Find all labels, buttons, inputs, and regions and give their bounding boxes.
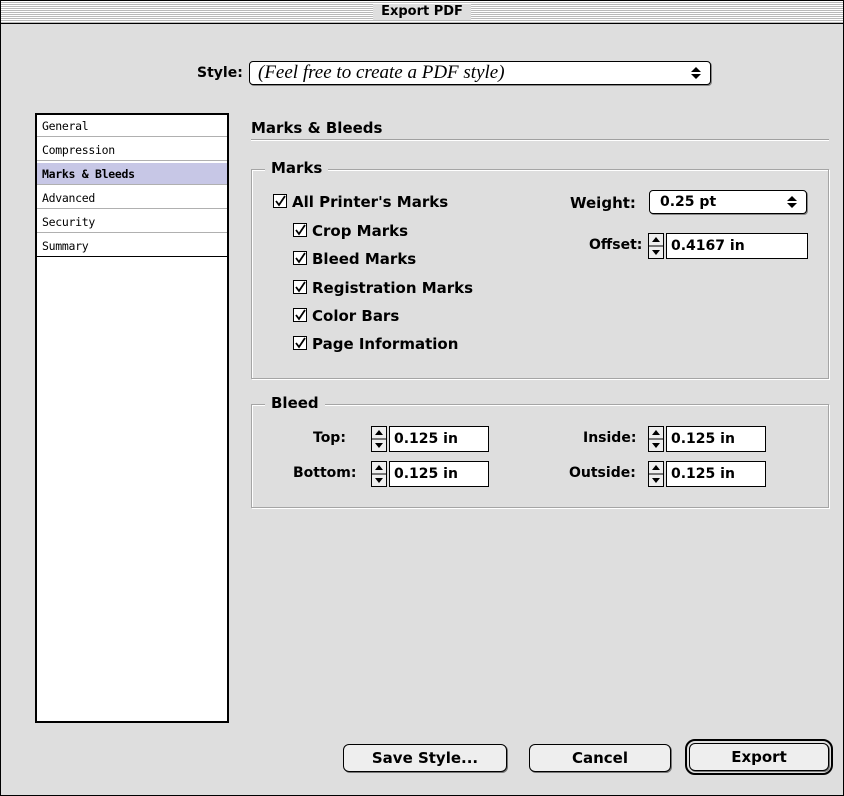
- offset-label: Offset:: [589, 237, 643, 253]
- weight-label: Weight:: [570, 194, 636, 212]
- outside-field[interactable]: 0.125 in: [666, 461, 766, 487]
- checkbox-label: Color Bars: [312, 307, 400, 325]
- window-title: Export PDF: [373, 4, 471, 20]
- sidebar-panel-list: General Compression Marks & Bleeds Advan…: [35, 113, 229, 723]
- sidebar-item-label: Compression: [42, 143, 115, 157]
- bleed-group-label: Bleed: [265, 394, 325, 412]
- outside-stepper-icon[interactable]: [648, 461, 664, 487]
- inside-stepper-icon[interactable]: [648, 426, 664, 452]
- sidebar-item-security[interactable]: Security: [37, 211, 227, 233]
- sidebar-item-label: Advanced: [42, 191, 95, 205]
- inside-field-value: 0.125 in: [671, 431, 735, 447]
- top-label: Top:: [313, 430, 346, 446]
- offset-stepper-icon[interactable]: [648, 233, 664, 259]
- bottom-label: Bottom:: [293, 465, 357, 481]
- bottom-field-value: 0.125 in: [394, 466, 458, 482]
- page-information-checkbox[interactable]: Page Information: [293, 335, 458, 353]
- save-style-button[interactable]: Save Style...: [343, 744, 507, 772]
- checkbox-box: [293, 251, 307, 265]
- checkbox-label: Page Information: [312, 335, 459, 353]
- checkbox-box: [293, 223, 307, 237]
- sidebar-item-advanced[interactable]: Advanced: [37, 187, 227, 209]
- sidebar-item-label: Security: [42, 215, 95, 229]
- up-down-arrows-icon: [787, 196, 797, 208]
- offset-field[interactable]: 0.4167 in: [666, 233, 808, 259]
- all-printers-marks-checkbox[interactable]: All Printer's Marks: [273, 193, 448, 211]
- color-bars-checkbox[interactable]: Color Bars: [293, 307, 399, 325]
- checkbox-label: Bleed Marks: [312, 250, 417, 268]
- checkmark-icon: [295, 281, 306, 293]
- checkmark-icon: [295, 309, 306, 321]
- marks-group-label: Marks: [265, 159, 329, 177]
- style-select-value: (Feel free to create a PDF style): [258, 62, 505, 83]
- outside-label: Outside:: [569, 465, 636, 481]
- checkbox-box: [273, 194, 287, 208]
- cancel-button[interactable]: Cancel: [529, 744, 671, 772]
- weight-popup[interactable]: 0.25 pt: [649, 190, 807, 214]
- bleed-marks-checkbox[interactable]: Bleed Marks: [293, 250, 416, 268]
- checkmark-icon: [275, 195, 286, 207]
- title-bar[interactable]: Export PDF: [1, 1, 843, 24]
- checkmark-icon: [295, 252, 306, 264]
- checkbox-label: All Printer's Marks: [292, 193, 449, 211]
- top-stepper-icon[interactable]: [371, 426, 387, 452]
- export-pdf-dialog: Export PDF Style: (Feel free to create a…: [0, 0, 844, 796]
- bleed-group: [251, 404, 829, 508]
- checkbox-box: [293, 336, 307, 350]
- top-field-value: 0.125 in: [394, 431, 458, 447]
- bottom-field[interactable]: 0.125 in: [389, 461, 489, 487]
- inside-label: Inside:: [583, 430, 637, 446]
- section-divider: [251, 139, 829, 141]
- sidebar-item-summary[interactable]: Summary: [37, 235, 227, 257]
- checkbox-label: Registration Marks: [312, 279, 474, 297]
- inside-field[interactable]: 0.125 in: [666, 426, 766, 452]
- checkbox-box: [293, 308, 307, 322]
- weight-popup-value: 0.25 pt: [660, 194, 717, 210]
- registration-marks-checkbox[interactable]: Registration Marks: [293, 279, 473, 297]
- checkbox-box: [293, 280, 307, 294]
- top-field[interactable]: 0.125 in: [389, 426, 489, 452]
- sidebar-item-label: Marks & Bleeds: [42, 167, 135, 181]
- checkmark-icon: [295, 224, 306, 236]
- sidebar-item-marks-bleeds[interactable]: Marks & Bleeds: [37, 163, 227, 185]
- checkmark-icon: [295, 337, 306, 349]
- style-label: Style:: [197, 65, 243, 81]
- sidebar-item-label: General: [42, 119, 89, 133]
- sidebar-item-compression[interactable]: Compression: [37, 139, 227, 161]
- bottom-stepper-icon[interactable]: [371, 461, 387, 487]
- style-select[interactable]: (Feel free to create a PDF style): [249, 61, 711, 85]
- crop-marks-checkbox[interactable]: Crop Marks: [293, 222, 408, 240]
- export-button[interactable]: Export: [685, 739, 833, 775]
- section-title: Marks & Bleeds: [251, 119, 383, 137]
- checkbox-label: Crop Marks: [312, 222, 409, 240]
- sidebar-item-general[interactable]: General: [37, 115, 227, 137]
- up-down-arrows-icon: [691, 67, 701, 79]
- outside-field-value: 0.125 in: [671, 466, 735, 482]
- offset-field-value: 0.4167 in: [671, 238, 745, 254]
- sidebar-item-label: Summary: [42, 239, 89, 253]
